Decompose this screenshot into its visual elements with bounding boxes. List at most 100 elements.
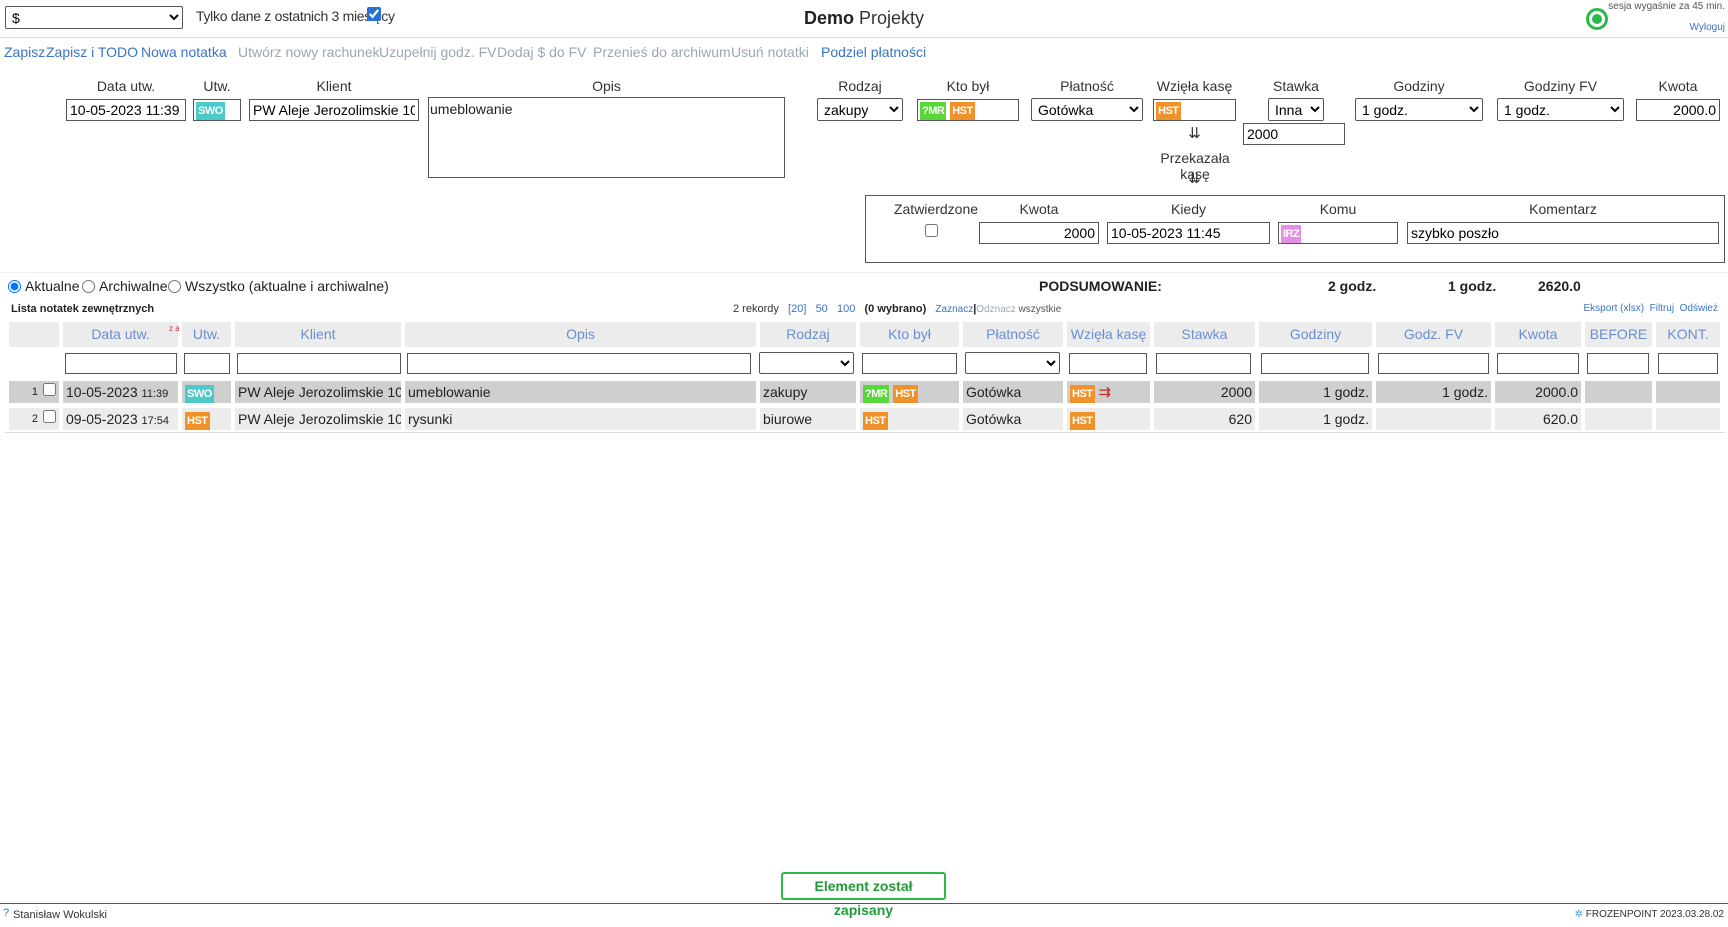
col-amount[interactable]: Kwota (1495, 322, 1581, 347)
rate-label: Stawka (1273, 78, 1319, 94)
col-description[interactable]: Opis (405, 322, 756, 347)
logout-link[interactable]: Wyloguj (1690, 22, 1725, 33)
col-created-by[interactable]: Utw. (182, 322, 231, 347)
row-time-value: 17:54 (141, 415, 170, 427)
col-who[interactable]: Kto był (860, 322, 959, 347)
filter-kont-input[interactable] (1658, 353, 1718, 374)
row-select-cell: 1 (9, 381, 59, 403)
row-before (1585, 381, 1652, 403)
session-status-icon (1586, 8, 1608, 30)
col-rate[interactable]: Stawka (1154, 322, 1255, 347)
arrows-down-icon: ⇊ (1188, 125, 1201, 142)
col-client[interactable]: Klient (235, 322, 401, 347)
scope-archived-radio[interactable] (82, 280, 95, 293)
rate-value-input[interactable] (1243, 123, 1345, 145)
col-type[interactable]: Rodzaj (760, 322, 856, 347)
transfer-comment-input[interactable] (1407, 222, 1719, 244)
scope-current-radio[interactable] (8, 280, 21, 293)
transfer-to-field[interactable]: IRZ (1278, 222, 1398, 244)
delete-notes-link[interactable]: Usuń notatki (731, 44, 809, 60)
filter-rate-input[interactable] (1156, 353, 1251, 374)
row-rate: 2000 (1154, 381, 1255, 403)
row-number: 2 (31, 413, 38, 425)
transfer-amount-input[interactable] (979, 222, 1099, 244)
export-link[interactable]: Eksport (xlsx) (1584, 303, 1645, 314)
created-by-field[interactable]: SWO (193, 99, 241, 121)
filter-payment-select[interactable] (965, 352, 1060, 374)
save-todo-link[interactable]: Zapisz i TODO (46, 44, 138, 60)
cash-transfer-box: Zatwierdzone Kwota Kiedy Komu IRZ Koment… (865, 195, 1725, 263)
page-size-20[interactable]: [20] (788, 303, 806, 315)
row-type: zakupy (760, 381, 856, 403)
approved-checkbox[interactable] (925, 224, 938, 237)
amount-input[interactable] (1636, 99, 1720, 121)
col-kont[interactable]: KONT. (1656, 322, 1720, 347)
col-hours[interactable]: Godziny (1259, 322, 1372, 347)
filter-who-input[interactable] (862, 353, 957, 374)
client-input[interactable] (249, 99, 419, 121)
filter-description-input[interactable] (407, 353, 751, 374)
row-date-value: 09-05-2023 (66, 411, 138, 427)
user-name: Stanisław Wokulski (13, 909, 107, 921)
page-size-50[interactable]: 50 (816, 303, 828, 315)
session-timer: sesja wygaśnie za 45 min. (1608, 1, 1725, 12)
user-badge-hst: HST (863, 412, 888, 430)
filter-amount-input[interactable] (1497, 353, 1579, 374)
add-money-link[interactable]: Dodaj $ do FV (497, 44, 587, 60)
payment-select[interactable]: Gotówka (1031, 98, 1143, 121)
type-select[interactable]: zakupy (817, 98, 903, 121)
save-link[interactable]: Zapisz (4, 44, 45, 60)
row-description: rysunki (405, 408, 756, 430)
transfer-when-input[interactable] (1107, 222, 1270, 244)
date-input[interactable] (66, 99, 186, 121)
filter-hours-input[interactable] (1261, 353, 1369, 374)
filter-before-input[interactable] (1587, 353, 1649, 374)
hours-select[interactable]: 1 godz. (1355, 98, 1483, 121)
col-took-cash[interactable]: Wzięła kasę (1067, 322, 1150, 347)
archive-link[interactable]: Przenieś do archiwum (593, 44, 731, 60)
col-date[interactable]: Data utw. z a (63, 322, 180, 347)
amount-label: Kwota (1658, 78, 1698, 94)
row-number: 1 (31, 386, 38, 398)
who-field[interactable]: ?MR HST (917, 99, 1019, 121)
page-size-100[interactable]: 100 (837, 303, 855, 315)
scope-archived-label: Archiwalne (99, 278, 168, 294)
filter-client-input[interactable] (237, 353, 401, 374)
new-note-link[interactable]: Nowa notatka (141, 44, 227, 60)
col-before[interactable]: BEFORE (1585, 322, 1652, 347)
col-select (9, 322, 59, 347)
split-payment-link[interactable]: Podziel płatności (821, 44, 926, 60)
hours-label: Godziny (1393, 78, 1445, 94)
col-payment[interactable]: Płatność (963, 322, 1063, 347)
scope-all-radio[interactable] (168, 280, 181, 293)
refresh-link[interactable]: Odśwież (1680, 303, 1718, 314)
hours-fv-select[interactable]: 1 godz. (1497, 98, 1624, 121)
description-textarea[interactable]: umeblowanie (428, 97, 785, 178)
row-kont (1656, 381, 1720, 403)
list-pagination: 2 rekordy [20] 50 100 (0 wybrano) Zaznac… (733, 303, 1062, 315)
fill-hours-link[interactable]: Uzupełnij godz. FV (379, 44, 497, 60)
rate-select[interactable]: Inna (1268, 98, 1324, 121)
row-type: biurowe (760, 408, 856, 430)
col-hours-fv[interactable]: Godz. FV (1376, 322, 1491, 347)
took-cash-field[interactable]: HST (1153, 99, 1236, 121)
help-icon[interactable]: ? (3, 907, 9, 919)
row-checkbox[interactable] (43, 383, 56, 396)
row-hours-fv: 1 godz. (1376, 381, 1491, 403)
filter-link[interactable]: Filtruj (1650, 303, 1674, 314)
row-who: HST (860, 408, 959, 430)
filter-date-input[interactable] (65, 353, 177, 374)
row-hours: 1 godz. (1259, 381, 1372, 403)
client-label: Klient (316, 78, 352, 94)
deselect-all-link[interactable]: Odznacz (976, 304, 1015, 315)
select-all-link[interactable]: Zaznacz (935, 304, 973, 315)
filter-took-cash-input[interactable] (1069, 353, 1147, 374)
row-created-by: SWO (182, 381, 231, 403)
filter-type-select[interactable] (759, 352, 854, 374)
row-checkbox[interactable] (43, 410, 56, 423)
filter-hours-fv-input[interactable] (1378, 353, 1489, 374)
filter-created-by-input[interactable] (184, 353, 230, 374)
new-invoice-link[interactable]: Utwórz nowy rachunek (238, 44, 380, 60)
summary-hours-fv: 1 godz. (1448, 278, 1497, 294)
user-badge-mr: ?MR (863, 385, 890, 403)
